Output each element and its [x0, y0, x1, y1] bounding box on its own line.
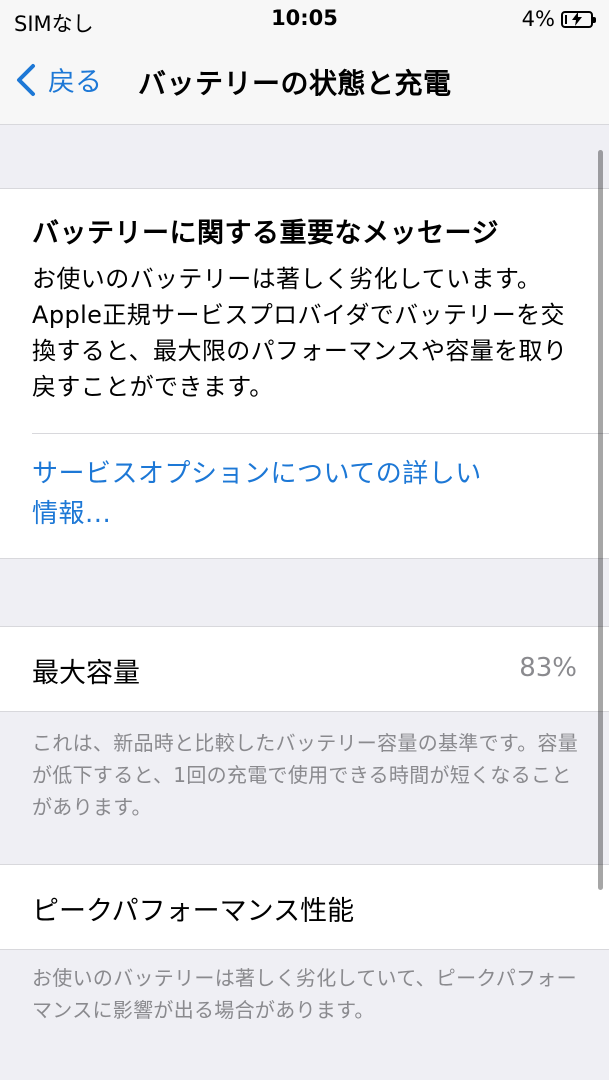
peak-performance-label: ピークパフォーマンス性能	[32, 896, 355, 927]
battery-status: 4%	[521, 7, 596, 31]
status-bar: SIMなし 10:05 4%	[0, 0, 609, 40]
peak-performance-footnote: お使いのバッテリーは著しく劣化していて、ピークパフォーマンスに影響が出る場合があ…	[32, 966, 577, 1022]
chevron-left-icon	[17, 63, 35, 96]
battery-charging-icon	[561, 10, 596, 28]
message-title: バッテリーに関する重要なメッセージ	[32, 218, 499, 249]
battery-percent: 4%	[521, 7, 555, 31]
back-label: 戻る	[48, 67, 102, 98]
scrollbar[interactable]	[598, 150, 603, 890]
navigation-bar: 戻る バッテリーの状態と充電	[0, 40, 609, 125]
service-options-link[interactable]: サービスオプションについての詳しい情報...	[32, 454, 492, 534]
maximum-capacity-row: 最大容量 83%	[0, 626, 609, 712]
clock: 10:05	[271, 6, 338, 30]
capacity-footnote: これは、新品時と比較したバッテリー容量の基準です。容量が低下すると、1回の充電で…	[32, 731, 579, 819]
divider	[32, 433, 609, 434]
message-body: お使いのバッテリーは著しく劣化しています。Apple正規サービスプロバイダでバッ…	[32, 265, 568, 401]
page-title: バッテリーの状態と充電	[138, 67, 452, 100]
maximum-capacity-label: 最大容量	[32, 658, 140, 689]
peak-performance-row: ピークパフォーマンス性能	[0, 864, 609, 950]
back-button[interactable]: 戻る	[16, 60, 102, 99]
maximum-capacity-value: 83%	[519, 653, 577, 683]
